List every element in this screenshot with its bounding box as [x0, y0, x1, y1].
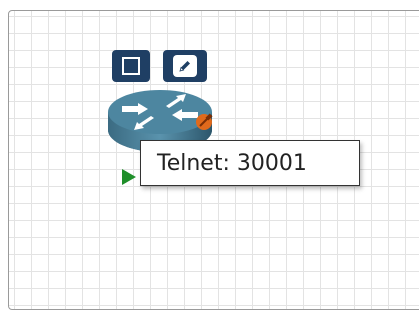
pencil-icon	[173, 55, 197, 77]
play-icon[interactable]	[121, 168, 137, 186]
edit-node-button[interactable]	[163, 50, 207, 82]
stop-node-button[interactable]	[112, 50, 150, 82]
tooltip-text: Telnet: 30001	[157, 150, 307, 176]
console-port-tooltip: Telnet: 30001	[140, 140, 360, 186]
stop-square-icon	[122, 57, 140, 75]
